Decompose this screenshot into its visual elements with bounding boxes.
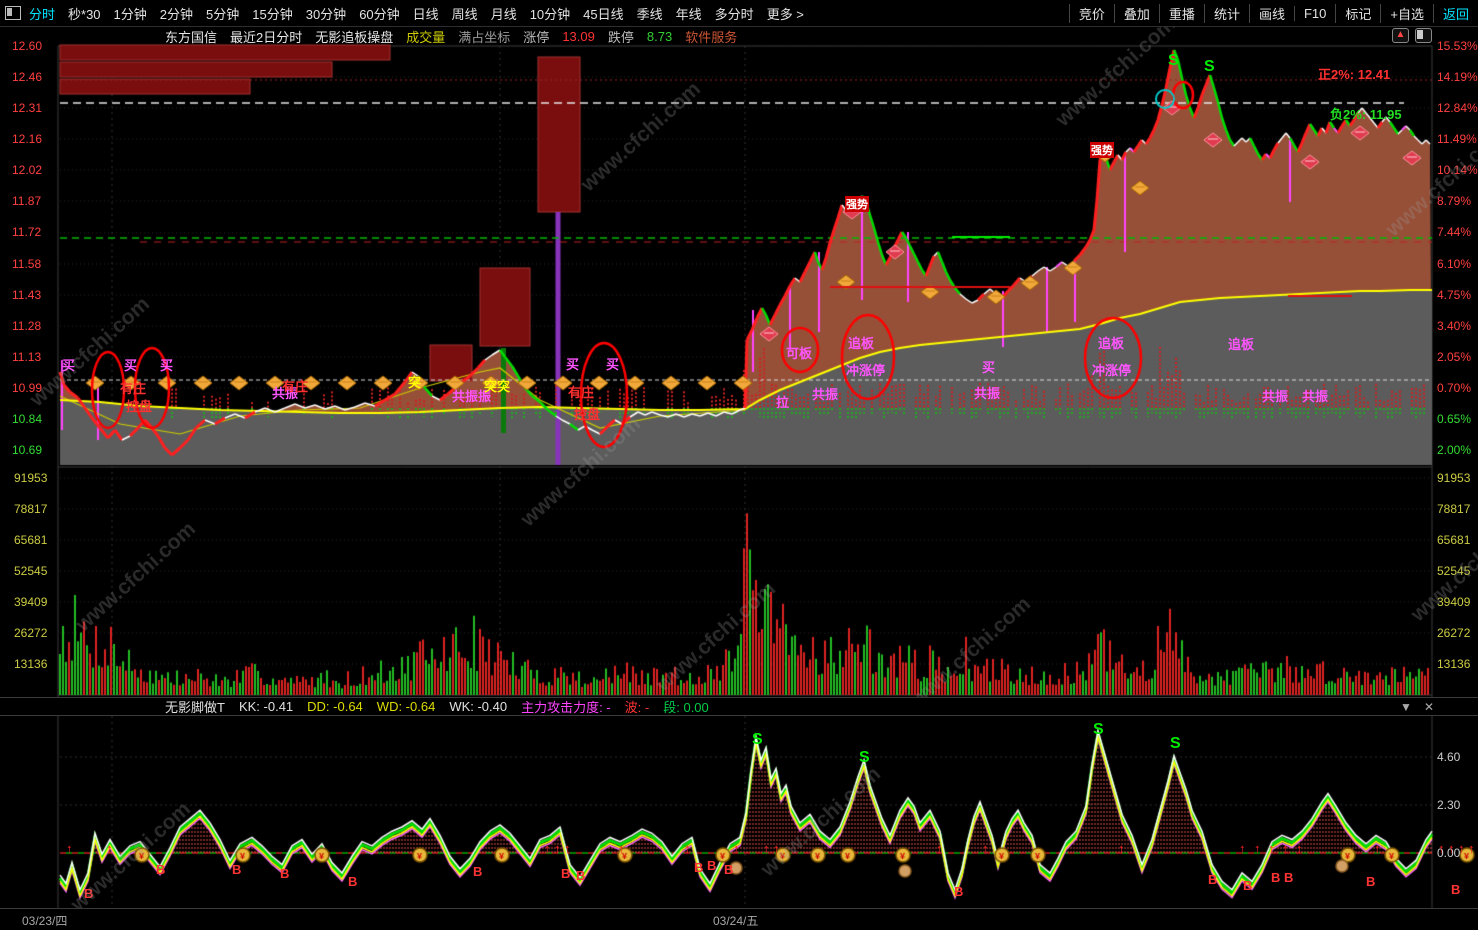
date-label: 03/24/五 <box>713 914 759 928</box>
pane-split-icon[interactable] <box>1415 28 1432 43</box>
date-axis: 03/23/四 03/24/五 <box>0 908 1478 930</box>
indicator-value: 段: 0.00 <box>663 700 709 715</box>
chart-title-item: 涨停 <box>523 29 550 45</box>
tool-menu-item[interactable]: 重播 <box>1158 3 1204 23</box>
stock-chart-canvas[interactable] <box>0 0 1478 929</box>
period-menu-item[interactable]: 日线 <box>413 4 439 23</box>
chart-title-item: 跌停 <box>607 29 634 45</box>
close-icon[interactable]: ✕ <box>1424 700 1434 714</box>
chart-title-item: 最近2日分时 <box>230 29 303 45</box>
chart-title-item: 软件服务 <box>685 29 738 45</box>
period-menu-item[interactable]: 月线 <box>491 4 517 23</box>
period-menu-item[interactable]: 周线 <box>452 4 478 23</box>
chart-title-item: 满占坐标 <box>458 29 511 45</box>
period-menu-item[interactable]: 季线 <box>637 4 663 23</box>
tool-menu-item[interactable]: 统计 <box>1203 3 1249 23</box>
period-menu-item[interactable]: 更多 > <box>767 4 804 23</box>
period-menu-item[interactable]: 多分时 <box>715 4 754 23</box>
period-menu-item[interactable]: 45日线 <box>583 4 623 23</box>
tool-menu-item[interactable]: 返回 <box>1432 3 1478 23</box>
chart-title-item: 成交量 <box>406 29 446 45</box>
chart-title-bar: 东方国信 最近2日分时 无影追板操盘 成交量 满占坐标 涨停 13.09 跌停 8.73 软件服务… <box>0 26 1478 46</box>
indicator-value: WD: -0.64 <box>376 699 436 714</box>
tool-menu: 竞价 叠加 重播 统计 画线 F10 标记 +自选 返回 <box>1068 3 1478 23</box>
top-menu-bar: 分时 秒*30 1分钟 2分钟 5分钟 15分钟 30分钟 60分钟 日线 周线 月线 10分钟 45日… <box>0 0 1478 27</box>
period-menu-item[interactable]: 60分钟 <box>359 4 399 23</box>
period-menu-item[interactable]: 5分钟 <box>206 4 239 23</box>
date-label: 03/23/四 <box>22 914 68 928</box>
indicator-value: WK: -0.40 <box>449 699 508 714</box>
chart-title-items: 东方国信 最近2日分时 无影追板操盘 成交量 满占坐标 涨停 13.09 跌停 8.73 软件服务 <box>165 27 750 46</box>
period-menu-item[interactable]: 15分钟 <box>252 4 292 23</box>
period-menu-item[interactable]: 年线 <box>676 4 702 23</box>
period-menu: 分时 秒*30 1分钟 2分钟 5分钟 15分钟 30分钟 60分钟 日线 周线 月线 10分钟 45日… <box>29 4 804 23</box>
pane-up-icon[interactable]: ▲ <box>1392 28 1409 43</box>
period-menu-item[interactable]: 秒*30 <box>68 4 101 23</box>
indicator-values: 无影脚做T KK: -0.41 DD: -0.64 WD: -0.64 WK: -0.4… <box>165 697 723 716</box>
tool-menu-item[interactable]: 标记 <box>1335 3 1380 23</box>
period-menu-item[interactable]: 2分钟 <box>160 4 193 23</box>
tool-menu-item[interactable]: 竞价 <box>1068 3 1114 23</box>
indicator-value: DD: -0.64 <box>307 699 363 714</box>
chart-title-item: 13.09 <box>562 28 595 44</box>
indicator-header-bar: 无影脚做T KK: -0.41 DD: -0.64 WD: -0.64 WK: -0.4… <box>0 697 1478 716</box>
period-menu-item[interactable]: 分时 <box>29 4 55 23</box>
window-icon[interactable] <box>5 6 21 20</box>
period-menu-item[interactable]: 30分钟 <box>306 4 346 23</box>
chart-title-item: 8.73 <box>646 28 673 44</box>
chart-title-item: 东方国信 <box>165 29 218 45</box>
period-menu-item[interactable]: 1分钟 <box>114 4 147 23</box>
tool-menu-item[interactable]: F10 <box>1293 5 1335 21</box>
period-menu-item[interactable]: 10分钟 <box>530 4 570 23</box>
chart-title-item: 无影追板操盘 <box>315 29 394 45</box>
indicator-value: 波: - <box>624 700 650 715</box>
indicator-value: KK: -0.41 <box>238 699 294 714</box>
collapse-icon[interactable]: ▼ <box>1400 700 1412 714</box>
tool-menu-item[interactable]: 画线 <box>1248 3 1294 23</box>
indicator-value: 无影脚做T <box>165 700 225 715</box>
tool-menu-item[interactable]: +自选 <box>1380 3 1433 23</box>
indicator-value: 主力攻击力度: - <box>521 700 611 715</box>
tool-menu-item[interactable]: 叠加 <box>1113 3 1159 23</box>
